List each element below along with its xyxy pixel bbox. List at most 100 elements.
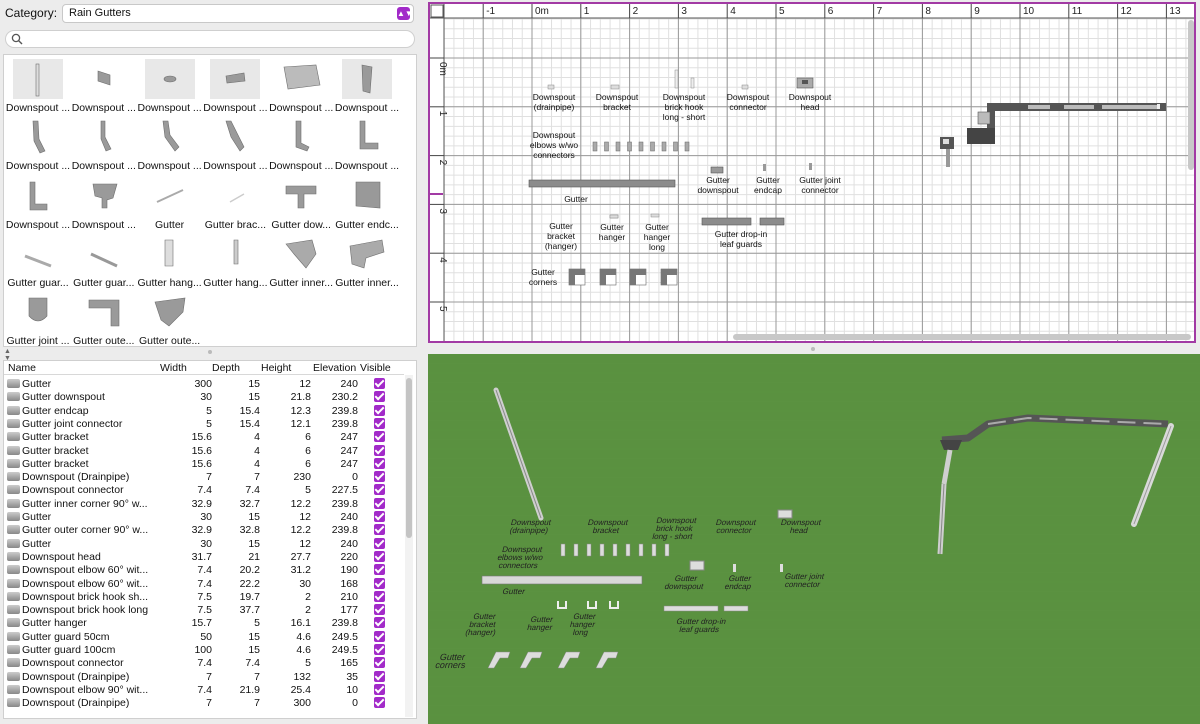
visible-checkbox[interactable] xyxy=(374,550,385,562)
column-header-name[interactable]: Name xyxy=(8,362,36,374)
visible-checkbox[interactable] xyxy=(374,657,385,669)
catalog-item[interactable]: Gutter endc... xyxy=(334,174,400,232)
column-header-depth[interactable]: Depth xyxy=(212,362,240,374)
catalog-item[interactable]: Gutter xyxy=(137,174,203,232)
catalog-item[interactable]: Downspout ... xyxy=(334,115,400,173)
catalog-item[interactable]: Gutter dow... xyxy=(268,174,334,232)
column-header-visible[interactable]: Visible xyxy=(360,362,391,374)
catalog-item[interactable]: Downspout ... xyxy=(137,57,203,115)
visible-checkbox[interactable] xyxy=(374,444,385,456)
scrollbar-thumb[interactable] xyxy=(406,378,412,538)
table-row[interactable]: Gutter 30 15 12 240 xyxy=(4,537,404,550)
catalog-item[interactable]: Downspout ... xyxy=(202,115,268,173)
table-row[interactable]: Downspout (Drainpipe) 7 7 300 0 xyxy=(4,696,404,709)
table-row[interactable]: Downspout elbow 90° wit... 7.4 21.9 25.4 10 xyxy=(4,683,404,696)
visible-checkbox[interactable] xyxy=(374,457,385,469)
table-row[interactable]: Gutter outer corner 90° w... 32.9 32.8 12.2… xyxy=(4,523,404,536)
catalog-item[interactable]: Downspout ... xyxy=(202,57,268,115)
table-row[interactable]: Downspout (Drainpipe) 7 7 132 35 xyxy=(4,670,404,683)
catalog-item[interactable]: Gutter hang... xyxy=(202,232,268,290)
table-row[interactable]: Gutter inner corner 90° w... 32.9 32.7 12.2… xyxy=(4,497,404,510)
plan-view[interactable]: -1 0m 1 2 3 4 5 6 7 8 9 10 11 12 13 0m 1 2 3 4 5 Downspout (dr… xyxy=(428,2,1196,343)
3d-canvas[interactable]: Downspout(drainpipe)DownspoutbracketDown… xyxy=(428,354,1200,724)
visible-checkbox[interactable] xyxy=(374,391,385,403)
visible-checkbox[interactable] xyxy=(374,471,385,483)
table-row[interactable]: Gutter joint connector 5 15.4 12.1 239.8 xyxy=(4,417,404,430)
pane-splitter[interactable]: ▲ ▼ xyxy=(0,348,420,362)
catalog-item[interactable]: Gutter joint ... xyxy=(5,290,71,346)
visible-checkbox[interactable] xyxy=(374,431,385,443)
table-row[interactable]: Gutter downspout 30 15 21.8 230.2 xyxy=(4,390,404,403)
table-row[interactable]: Gutter 30 15 12 240 xyxy=(4,510,404,523)
catalog-item[interactable]: Downspout ... xyxy=(268,115,334,173)
category-select[interactable]: Rain Gutters ▲▼ xyxy=(62,4,414,23)
catalog-item[interactable]: Downspout ... xyxy=(5,115,71,173)
catalog-item[interactable]: Gutter guar... xyxy=(71,232,137,290)
catalog-item[interactable]: Gutter hang... xyxy=(137,232,203,290)
table-row[interactable]: Gutter bracket 15.6 4 6 247 xyxy=(4,430,404,443)
table-row[interactable]: Gutter 300 15 12 240 xyxy=(4,377,404,390)
catalog-item[interactable]: Downspout ... xyxy=(334,57,400,115)
catalog-item[interactable]: Downspout ... xyxy=(71,115,137,173)
visible-checkbox[interactable] xyxy=(374,697,385,709)
visible-checkbox[interactable] xyxy=(374,590,385,602)
catalog-item[interactable]: Downspout ... xyxy=(5,174,71,232)
vertical-splitter[interactable] xyxy=(420,0,428,724)
table-row[interactable]: Downspout head 31.7 21 27.7 220 xyxy=(4,550,404,563)
table-row[interactable]: Gutter endcap 5 15.4 12.3 239.8 xyxy=(4,404,404,417)
ruler-y-label: 3 xyxy=(437,208,448,214)
column-header-height[interactable]: Height xyxy=(261,362,291,374)
visible-checkbox[interactable] xyxy=(374,644,385,655)
table-scrollbar[interactable] xyxy=(405,375,413,717)
table-row[interactable]: Downspout elbow 60° wit... 7.4 22.2 30 168 xyxy=(4,577,404,590)
visible-checkbox[interactable] xyxy=(374,630,385,642)
table-row[interactable]: Gutter guard 100cm 100 15 4.6 249.5 xyxy=(4,643,404,656)
catalog-item[interactable]: Gutter oute... xyxy=(137,290,203,346)
visible-checkbox[interactable] xyxy=(374,604,385,616)
search-field[interactable] xyxy=(5,30,415,48)
catalog-item[interactable]: Downspout ... xyxy=(5,57,71,115)
catalog-item[interactable]: Gutter inner... xyxy=(268,232,334,290)
catalog-item[interactable]: Downspout ... xyxy=(71,174,137,232)
catalog-item[interactable]: Gutter oute... xyxy=(71,290,137,346)
table-row[interactable]: Gutter bracket 15.6 4 6 247 xyxy=(4,444,404,457)
horizontal-splitter[interactable] xyxy=(428,344,1200,354)
visible-checkbox[interactable] xyxy=(374,511,385,522)
table-row[interactable]: Gutter hanger 15.7 5 16.1 239.8 xyxy=(4,616,404,629)
visible-checkbox[interactable] xyxy=(374,497,385,509)
catalog-item[interactable]: Gutter inner... xyxy=(334,232,400,290)
table-row[interactable]: Downspout connector 7.4 7.4 5 165 xyxy=(4,656,404,669)
visible-checkbox[interactable] xyxy=(374,404,385,416)
cell-depth: 7 xyxy=(254,471,260,484)
table-row[interactable]: Downspout connector 7.4 7.4 5 227.5 xyxy=(4,483,404,496)
column-header-elevation[interactable]: Elevation xyxy=(313,362,356,374)
plan-label: Gutter xyxy=(756,175,780,185)
table-row[interactable]: Gutter guard 50cm 50 15 4.6 249.5 xyxy=(4,630,404,643)
visible-checkbox[interactable] xyxy=(374,577,385,589)
search-input[interactable] xyxy=(28,32,408,46)
visible-checkbox[interactable] xyxy=(374,417,385,429)
3d-view[interactable]: Downspout (drainpipe) Downspout bracket Down… xyxy=(428,354,1200,724)
visible-checkbox[interactable] xyxy=(374,378,385,389)
visible-checkbox[interactable] xyxy=(374,564,385,576)
table-row[interactable]: Gutter bracket 15.6 4 6 247 xyxy=(4,457,404,470)
table-row[interactable]: Downspout (Drainpipe) 7 7 230 0 xyxy=(4,470,404,483)
visible-checkbox[interactable] xyxy=(374,537,385,549)
visible-checkbox[interactable] xyxy=(374,524,385,536)
table-row[interactable]: Downspout brick hook sh... 7.5 19.7 2 210 xyxy=(4,590,404,603)
table-row[interactable]: Downspout brick hook long 7.5 37.7 2 177 xyxy=(4,603,404,616)
table-row[interactable]: Downspout elbow 60° wit... 7.4 20.2 31.2 190 xyxy=(4,563,404,576)
catalog-item[interactable]: Downspout ... xyxy=(71,57,137,115)
ruler-x-label: -1 xyxy=(486,6,495,17)
plan-label: elbows w/wo xyxy=(530,140,578,150)
plan-canvas[interactable]: -1 0m 1 2 3 4 5 6 7 8 9 10 11 12 130m12345Downspout(dr… xyxy=(430,4,1194,341)
visible-checkbox[interactable] xyxy=(374,683,385,695)
catalog-item[interactable]: Gutter brac... xyxy=(202,174,268,232)
catalog-item[interactable]: Downspout ... xyxy=(137,115,203,173)
visible-checkbox[interactable] xyxy=(374,617,385,629)
catalog-item[interactable]: Gutter guar... xyxy=(5,232,71,290)
catalog-item[interactable]: Downspout ... xyxy=(268,57,334,115)
visible-checkbox[interactable] xyxy=(374,670,385,682)
visible-checkbox[interactable] xyxy=(374,484,385,496)
column-header-width[interactable]: Width xyxy=(160,362,187,374)
